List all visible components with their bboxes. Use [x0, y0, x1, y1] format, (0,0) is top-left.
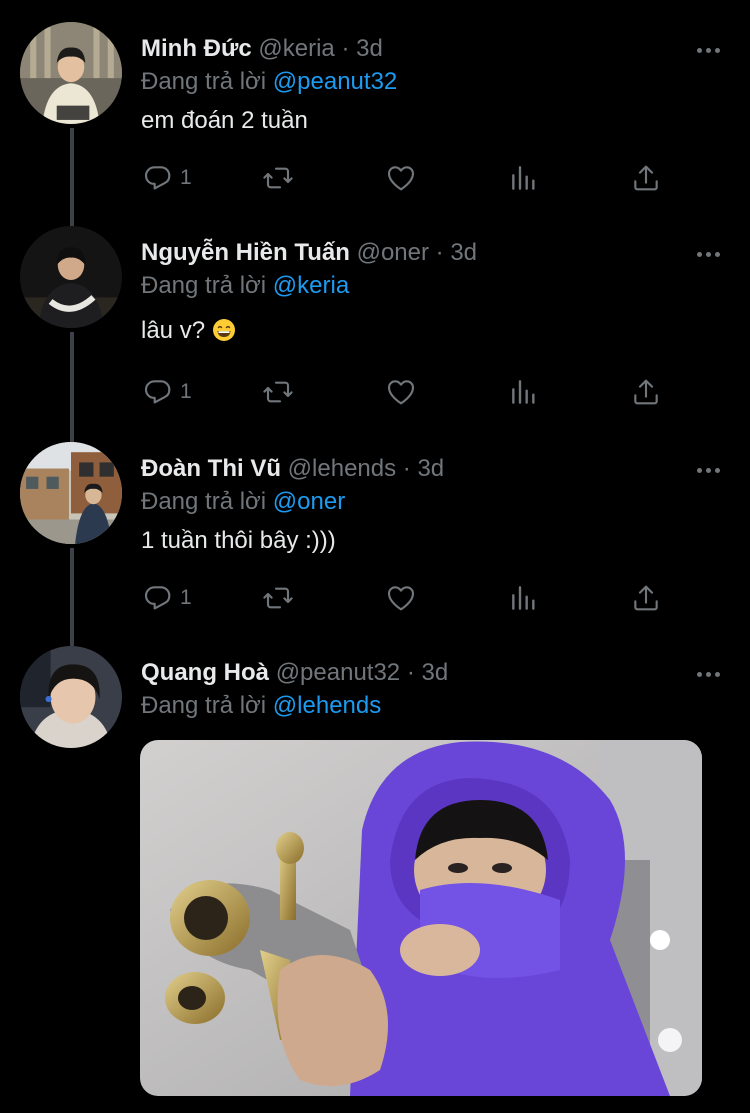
mention-link[interactable]: @peanut32 — [273, 68, 397, 95]
replying-to-label: Đang trả lời — [141, 692, 267, 719]
tweet[interactable]: Nguyễn Hiền Tuấn @oner · 3d Đang trả lời… — [0, 226, 750, 436]
timestamp[interactable]: 3d — [422, 659, 449, 686]
like-button[interactable] — [385, 372, 417, 412]
reply-icon — [144, 380, 171, 404]
analytics-button[interactable] — [508, 578, 540, 618]
reply-count: 1 — [180, 166, 192, 189]
dot-separator: · — [435, 239, 444, 266]
tweet-media-photo[interactable] — [140, 740, 702, 1096]
display-name[interactable]: Minh Đức — [141, 35, 252, 62]
tweet-text: 1 tuần thôi bây :))) — [141, 527, 336, 554]
more-icon[interactable] — [692, 44, 724, 56]
retweet-icon — [263, 167, 293, 189]
reply-button[interactable]: 1 — [142, 158, 192, 198]
retweet-button[interactable] — [262, 578, 294, 618]
action-bar: 1 — [0, 578, 750, 618]
avatar-image — [20, 22, 122, 124]
photo-person-in-purple-hood-holding-gun — [140, 740, 702, 1096]
share-button[interactable] — [630, 578, 662, 618]
replying-to: Đang trả lời @peanut32 — [141, 67, 397, 97]
heart-icon — [387, 586, 415, 611]
action-bar: 1 — [0, 158, 750, 198]
share-icon — [634, 379, 658, 405]
timestamp[interactable]: 3d — [356, 35, 383, 62]
reply-icon — [144, 166, 171, 190]
heart-icon — [387, 166, 415, 191]
like-button[interactable] — [385, 158, 417, 198]
tweet[interactable]: Minh Đức @keria · 3d Đang trả lời @peanu… — [0, 22, 750, 222]
more-icon[interactable] — [692, 668, 724, 680]
user-handle[interactable]: @lehends — [288, 455, 396, 482]
analytics-button[interactable] — [508, 158, 540, 198]
avatar-image — [20, 226, 122, 328]
replying-to: Đang trả lời @lehends — [141, 691, 381, 721]
share-icon — [634, 585, 658, 611]
share-icon — [634, 165, 658, 191]
replying-to: Đang trả lời @keria — [141, 271, 349, 301]
replying-to-label: Đang trả lời — [141, 488, 267, 515]
reply-count: 1 — [180, 380, 192, 403]
replying-to-label: Đang trả lời — [141, 68, 267, 95]
reply-count: 1 — [180, 586, 192, 609]
share-button[interactable] — [630, 372, 662, 412]
timestamp[interactable]: 3d — [450, 239, 477, 266]
replying-to: Đang trả lời @oner — [141, 487, 345, 517]
display-name[interactable]: Đoàn Thi Vũ — [141, 455, 281, 482]
user-handle[interactable]: @keria — [258, 35, 334, 62]
avatar-image — [20, 442, 122, 544]
avatar[interactable] — [20, 646, 122, 748]
display-name[interactable]: Nguyễn Hiền Tuấn — [141, 239, 350, 266]
replying-to-label: Đang trả lời — [141, 272, 267, 299]
action-bar: 1 — [0, 372, 750, 412]
tweet-text-content: lâu v? — [141, 317, 206, 344]
user-handle[interactable]: @oner — [357, 239, 429, 266]
tweet-header: Quang Hoà @peanut32 · 3d — [141, 658, 448, 688]
dot-separator: · — [341, 35, 350, 62]
analytics-icon — [512, 166, 535, 190]
retweet-icon — [263, 587, 293, 609]
avatar[interactable] — [20, 226, 122, 328]
avatar[interactable] — [20, 442, 122, 544]
more-icon[interactable] — [692, 464, 724, 476]
analytics-icon — [512, 380, 535, 404]
reply-button[interactable]: 1 — [142, 372, 192, 412]
reply-button[interactable]: 1 — [142, 578, 192, 618]
grinning-face-icon — [212, 319, 235, 341]
user-handle[interactable]: @peanut32 — [276, 659, 400, 686]
retweet-icon — [263, 381, 293, 403]
analytics-icon — [512, 586, 535, 610]
tweet-header: Đoàn Thi Vũ @lehends · 3d — [141, 454, 444, 484]
timestamp[interactable]: 3d — [417, 455, 444, 482]
retweet-button[interactable] — [262, 372, 294, 412]
analytics-button[interactable] — [508, 372, 540, 412]
mention-link[interactable]: @oner — [273, 488, 345, 515]
heart-icon — [387, 380, 415, 405]
reply-icon — [144, 586, 171, 610]
share-button[interactable] — [630, 158, 662, 198]
display-name[interactable]: Quang Hoà — [141, 659, 269, 686]
mention-link[interactable]: @keria — [273, 272, 349, 299]
mention-link[interactable]: @lehends — [273, 692, 381, 719]
tweet-text: em đoán 2 tuần — [141, 107, 308, 134]
tweet-text: lâu v? — [141, 316, 236, 346]
avatar[interactable] — [20, 22, 122, 124]
avatar-image — [20, 646, 122, 748]
dot-separator: · — [402, 455, 411, 482]
tweet[interactable]: Đoàn Thi Vũ @lehends · 3d Đang trả lời @… — [0, 442, 750, 642]
retweet-button[interactable] — [262, 158, 294, 198]
tweet-header: Nguyễn Hiền Tuấn @oner · 3d — [141, 238, 477, 268]
like-button[interactable] — [385, 578, 417, 618]
more-icon[interactable] — [692, 248, 724, 260]
tweet-header: Minh Đức @keria · 3d — [141, 34, 383, 64]
dot-separator: · — [406, 659, 415, 686]
